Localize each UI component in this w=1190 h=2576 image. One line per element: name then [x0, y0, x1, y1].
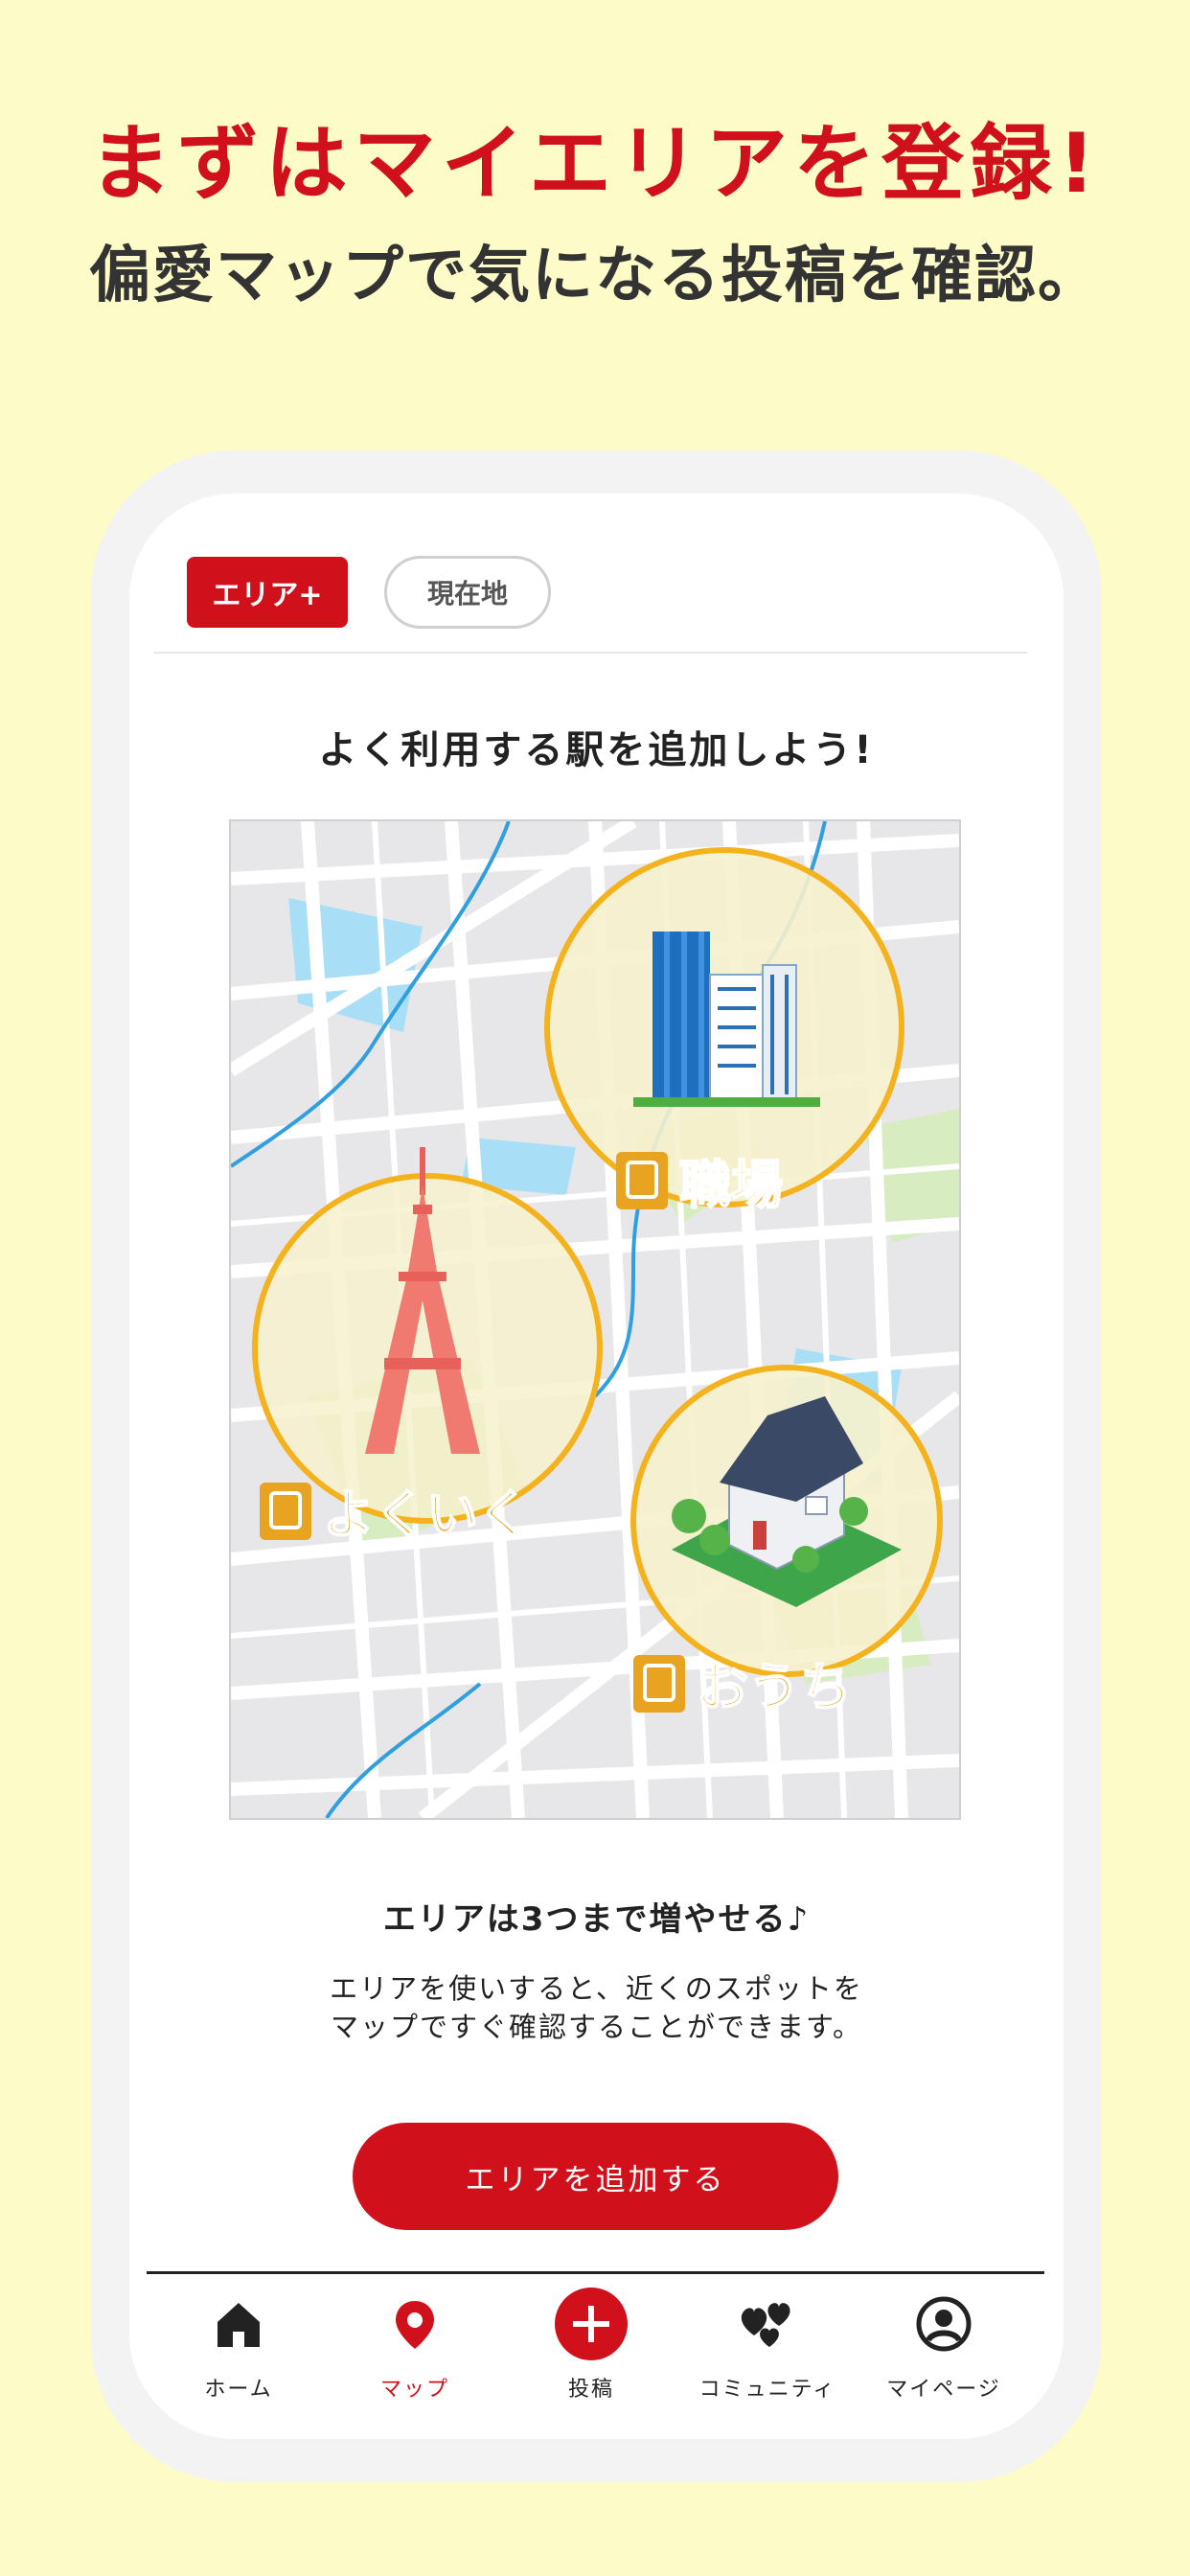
info-body-line-1: エリアを使いすると、近くのスポットを [330, 1972, 863, 2005]
nav-item-community[interactable]: コミュニティ [679, 2286, 856, 2420]
info-body-line-2: マップですぐ確認することができます。 [330, 2011, 863, 2043]
home-icon [200, 2286, 277, 2362]
nav-label-post: 投稿 [567, 2378, 614, 2402]
nav-item-mypage[interactable]: マイページ [856, 2286, 1032, 2420]
map-label-work: 職場 [679, 1155, 783, 1215]
nav-item-map[interactable]: マップ [327, 2286, 503, 2420]
nav-label-map: マップ [379, 2378, 449, 2402]
tabs-divider [153, 652, 1027, 654]
map-label-home: おうち [697, 1657, 852, 1717]
phone-screen: エリア+ 現在地 よく利用する駅を追加しよう! 職場 よくいく おうち エリアは… [129, 494, 1064, 2439]
bottom-nav: ホーム マップ 投稿 コミュニティ マイページ [129, 2286, 1064, 2420]
nav-item-home[interactable]: ホーム [150, 2286, 327, 2420]
promo-headline: まずはマイエリアを登録! [88, 116, 1102, 212]
promo-subline: 偏愛マップで気になる投稿を確認。 [89, 241, 1101, 311]
phone-frame: エリア+ 現在地 よく利用する駅を追加しよう! 職場 よくいく おうち エリアは… [91, 450, 1102, 2482]
info-body: エリアを使いすると、近くのスポットを マップですぐ確認することができます。 [129, 1969, 1064, 2046]
map-label-often: よくいく [323, 1484, 530, 1545]
nav-label-mypage: マイページ [886, 2378, 1001, 2402]
tab-area-add[interactable]: エリア+ [187, 557, 348, 628]
nav-label-community: コミュニティ [698, 2378, 836, 2402]
map-pin-icon [377, 2286, 453, 2362]
screen-title: よく利用する駅を追加しよう! [318, 728, 875, 772]
info-title: エリアは3つまで増やせる♪ [382, 1900, 811, 1939]
user-circle-icon [905, 2286, 982, 2362]
map-illustration: 職場 よくいく おうち [229, 819, 961, 1820]
hearts-icon [729, 2286, 806, 2362]
area-tabs: エリア+ 現在地 [187, 556, 551, 629]
map-svg: 職場 よくいく おうち [231, 821, 959, 1818]
nav-divider [147, 2271, 1044, 2274]
tab-current-location[interactable]: 現在地 [384, 556, 551, 629]
add-area-button[interactable]: エリアを追加する [353, 2123, 838, 2230]
nav-item-post[interactable]: 投稿 [503, 2286, 679, 2420]
plus-circle-icon [553, 2286, 629, 2362]
nav-label-home: ホーム [204, 2378, 273, 2402]
